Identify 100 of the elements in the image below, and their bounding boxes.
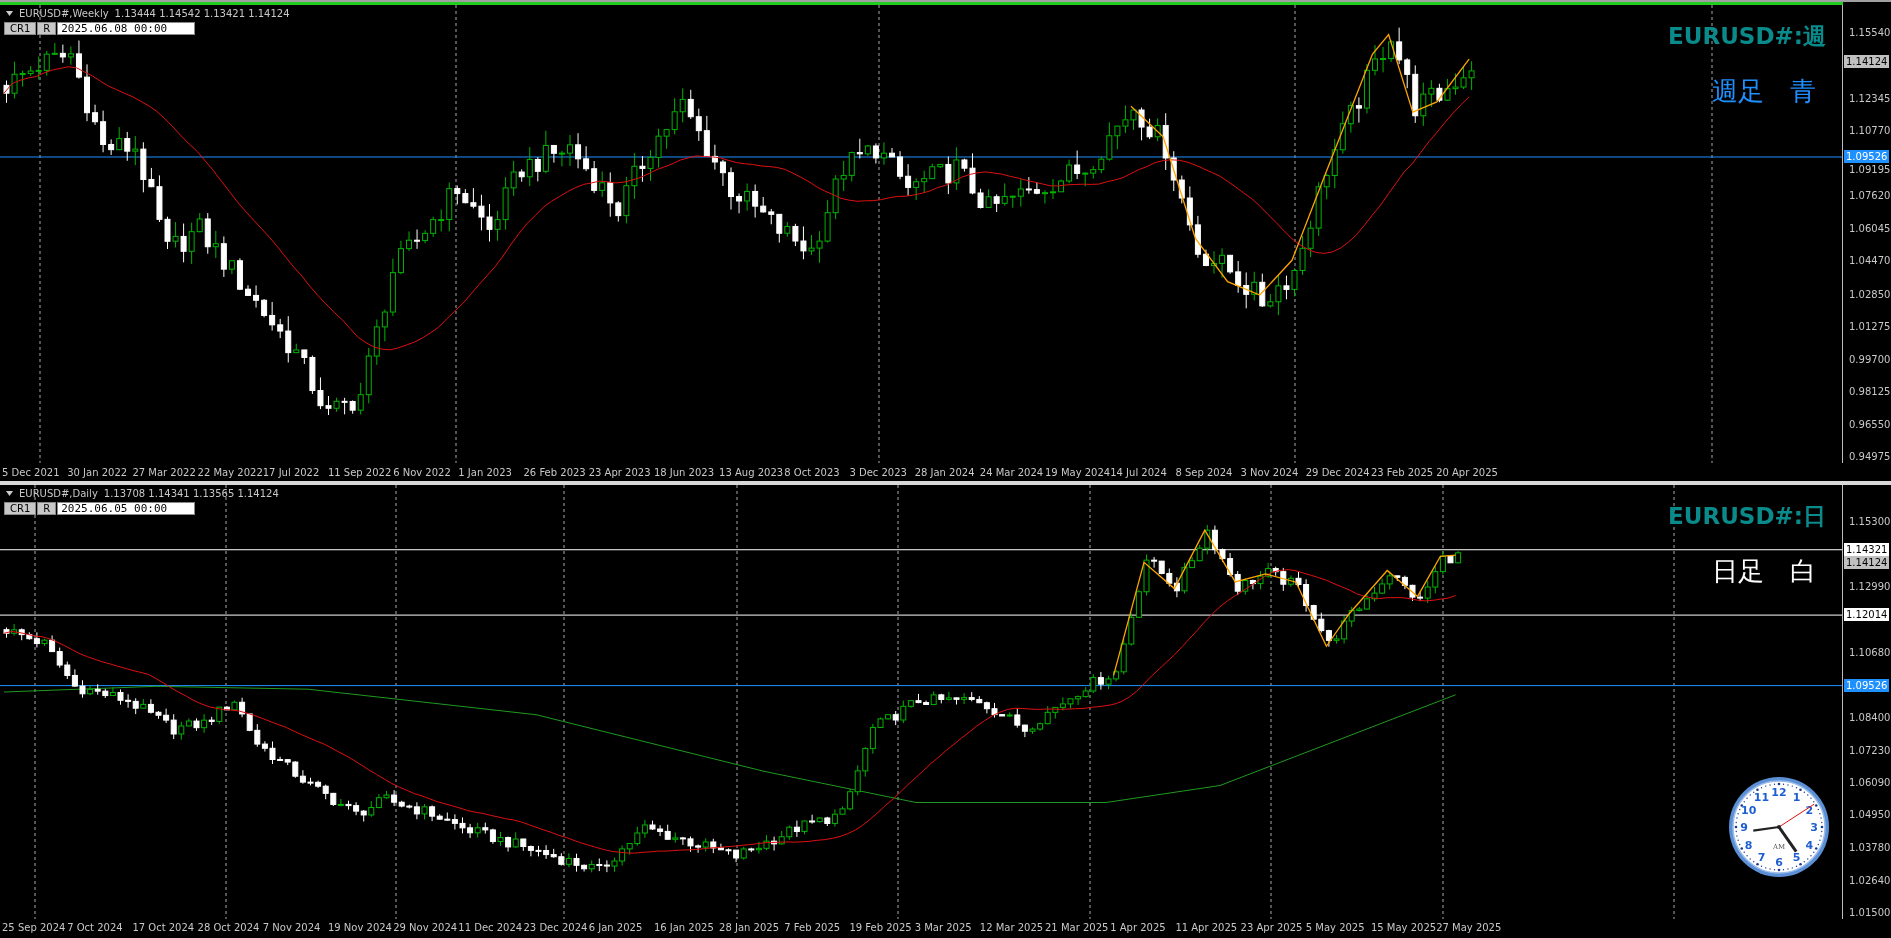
date-label: 29 Nov 2024: [393, 922, 459, 933]
price-label: 1.04470: [1848, 254, 1891, 269]
price-label: 0.98125: [1848, 385, 1891, 400]
clock-numeral: 7: [1757, 851, 1766, 865]
date-label: 11 Sep 2022: [327, 466, 393, 478]
chart-symbol-title: EURUSD#:日: [1668, 502, 1826, 531]
price-tag: 1.09526: [1844, 678, 1890, 692]
date-label: 24 Mar 2024: [979, 466, 1045, 478]
date-label: 7 Nov 2024: [262, 922, 322, 933]
date-label: 3 Mar 2025: [914, 922, 973, 933]
date-label: 19 Nov 2024: [327, 922, 393, 933]
date-label: 19 May 2024: [1045, 466, 1111, 478]
price-label: 1.04950: [1848, 808, 1891, 823]
price-label: 1.07230: [1848, 743, 1891, 758]
date-label: 8 Oct 2023: [784, 466, 841, 478]
price-label: 1.08400: [1848, 710, 1891, 725]
clock-numeral: 9: [1740, 821, 1748, 834]
price-label: 1.12345: [1848, 91, 1891, 106]
date-label: 17 Oct 2024: [132, 922, 196, 933]
date-label: 6 Nov 2022: [393, 466, 452, 478]
clock-numeral: 5: [1792, 851, 1801, 865]
date-label: 23 Feb 2025: [1370, 466, 1435, 478]
price-tag: 1.09526: [1844, 150, 1890, 163]
price-label: 1.02640: [1848, 873, 1891, 888]
date-label: 28 Oct 2024: [197, 922, 261, 933]
date-label: 18 Jun 2023: [653, 466, 716, 478]
price-label: 1.02850: [1848, 287, 1891, 302]
date-label: 7 Feb 2025: [784, 922, 842, 933]
price-label: 1.10680: [1848, 645, 1891, 660]
date-label: 3 Dec 2023: [849, 466, 908, 478]
price-label: 0.94975: [1848, 450, 1891, 464]
price-label: 1.03780: [1848, 841, 1891, 856]
price-label: 1.01275: [1848, 320, 1891, 335]
symbol-label: EURUSD#,Weekly: [19, 8, 109, 19]
date-label: 16 Jan 2025: [653, 922, 715, 933]
date-label: 7 Oct 2024: [67, 922, 124, 933]
date-label: 14 Jul 2024: [1110, 466, 1168, 478]
date-label: 30 Jan 2022: [67, 466, 129, 478]
date-label: 17 Jul 2022: [262, 466, 321, 478]
date-label: 5 Dec 2021: [2, 466, 61, 478]
clock-numeral: 8: [1744, 838, 1753, 852]
timeframe-note: 日足 白: [1712, 555, 1817, 588]
clock-numeral: 4: [1805, 838, 1814, 852]
date-label: 26 Feb 2023: [523, 466, 587, 478]
date-label: 25 Sep 2024: [2, 922, 67, 933]
date-input-field[interactable]: 2025.06.05 00:00: [57, 502, 196, 515]
price-label: 1.15540: [1848, 26, 1891, 40]
date-label: 21 Mar 2025: [1045, 922, 1110, 933]
date-label: 28 Jan 2024: [914, 466, 976, 478]
date-label: 5 May 2025: [1305, 922, 1366, 933]
date-label: 1 Apr 2025: [1110, 922, 1167, 933]
ohlc-values: 1.13708 1.14341 1.13565 1.14124: [103, 488, 279, 499]
date-label: 23 Dec 2024: [523, 922, 589, 933]
date-label: 22 May 2022: [197, 466, 263, 478]
date-label: 27 May 2025: [1436, 922, 1502, 933]
date-label: 3 Nov 2024: [1240, 466, 1300, 478]
clock-numeral: 11: [1753, 790, 1770, 804]
toolbar-button[interactable]: CR1: [4, 22, 37, 35]
date-label: 6 Jan 2025: [588, 922, 644, 933]
clock-numeral: 12: [1771, 786, 1787, 799]
toolbar-button[interactable]: R: [37, 22, 57, 35]
date-label: 1 Jan 2023: [458, 466, 513, 478]
date-label: 13 Aug 2023: [719, 466, 785, 478]
date-label: 8 Sep 2024: [1175, 466, 1234, 478]
date-label: 12 Mar 2025: [979, 922, 1045, 933]
clock-numeral: 10: [1741, 803, 1757, 817]
price-label: 1.10770: [1848, 124, 1891, 139]
price-tag: 1.12014: [1844, 608, 1890, 622]
timeframe-note: 週足 青: [1712, 75, 1817, 108]
price-label: 0.96550: [1848, 417, 1891, 432]
price-label: 1.01500: [1848, 906, 1891, 920]
price-label: 1.06090: [1848, 775, 1891, 790]
date-label: 29 Dec 2024: [1305, 466, 1371, 478]
date-label: 15 May 2025: [1370, 922, 1437, 933]
date-label: 11 Dec 2024: [458, 922, 524, 933]
date-label: 28 Jan 2025: [719, 922, 780, 933]
chart-symbol-title: EURUSD#:週: [1668, 22, 1826, 51]
date-label: 20 Apr 2025: [1436, 466, 1499, 478]
price-label: 1.06045: [1848, 221, 1891, 236]
date-label: 11 Apr 2025: [1175, 922, 1239, 933]
date-label: 19 Feb 2025: [849, 922, 913, 933]
price-label: 1.12990: [1848, 580, 1891, 595]
clock-numeral: 3: [1810, 821, 1818, 834]
clock-numeral: 6: [1775, 856, 1783, 869]
symbol-label: EURUSD#,Daily: [19, 488, 98, 499]
toolbar-button[interactable]: R: [37, 502, 57, 515]
date-label: 23 Apr 2025: [1240, 922, 1304, 933]
price-tag: 1.14321: [1844, 542, 1890, 556]
ohlc-values: 1.13444 1.14542 1.13421 1.14124: [114, 8, 290, 19]
clock-numeral: 2: [1805, 803, 1814, 817]
price-label: 0.99700: [1848, 352, 1891, 367]
price-tag: 1.14124: [1844, 55, 1890, 69]
date-label: 23 Apr 2023: [588, 466, 652, 478]
date-label: 27 Mar 2022: [132, 466, 197, 478]
price-label: 1.15300: [1848, 515, 1891, 529]
price-label: 1.07620: [1848, 189, 1891, 204]
toolbar-button[interactable]: CR1: [4, 502, 37, 515]
price-label: 1.09195: [1848, 163, 1891, 177]
date-input-field[interactable]: 2025.06.08 00:00: [57, 22, 196, 35]
clock-numeral: 1: [1792, 790, 1801, 804]
